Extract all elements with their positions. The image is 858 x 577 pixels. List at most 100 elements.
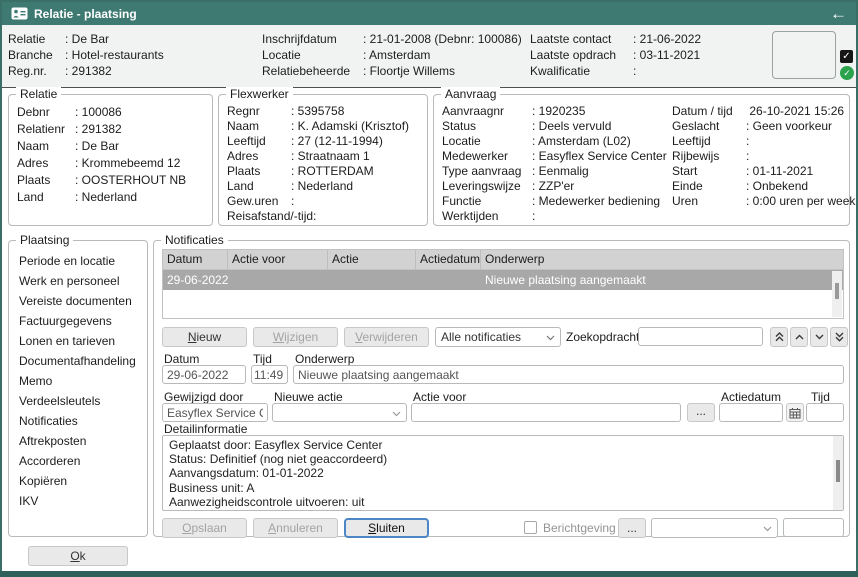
sidebar-item-lonen-en-tarieven[interactable]: Lonen en tarieven — [9, 331, 147, 351]
datum-label: Datum — [164, 352, 199, 366]
calendar-button[interactable] — [786, 403, 804, 422]
opslaan-button[interactable]: Opslaan — [162, 518, 247, 538]
notification-filter-select[interactable]: Alle notificaties — [435, 327, 561, 347]
berichtgeving-browse-button[interactable]: ... — [618, 518, 646, 538]
column-header-actiedatum[interactable]: Actiedatum — [416, 250, 481, 269]
header-col-left: RelatieDe Bar BrancheHotel-restaurants R… — [8, 31, 164, 79]
detail-scrollbar-thumb[interactable] — [836, 460, 840, 482]
back-arrow-icon[interactable]: ← — [830, 4, 847, 24]
aanvraag-row-locatie: LocatieAmsterdam (L02) — [442, 134, 667, 149]
berichtgeving-checkbox[interactable] — [524, 521, 537, 534]
sidebar-item-documentafhandeling[interactable]: Documentafhandeling — [9, 351, 147, 371]
column-header-actie-voor[interactable]: Actie voor — [228, 250, 328, 269]
actie-voor-input[interactable] — [411, 403, 681, 422]
tijd-input[interactable] — [251, 365, 288, 384]
detailinformatie-textarea[interactable]: Geplaatst door: Easyflex Service Center … — [162, 435, 844, 511]
actiedatum-label: Actiedatum — [721, 390, 781, 404]
aanvraag-groupbox: Aanvraag Aanvraagnr1920235 StatusDeels v… — [433, 94, 850, 226]
chevron-down-icon — [763, 526, 772, 532]
column-header-actie[interactable]: Actie — [328, 250, 416, 269]
verwijderen-button[interactable]: Verwijderen — [344, 327, 429, 347]
cell-actiedatum — [416, 270, 481, 290]
nieuwe-actie-select[interactable] — [272, 403, 407, 422]
aanvraag-row-aanvraagnr: Aanvraagnr1920235 — [442, 104, 667, 119]
chevron-down-icon — [815, 334, 824, 340]
header-field-kwalificatie: Kwalificatie — [530, 63, 701, 79]
berichtgeving-label: Berichtgeving — [543, 521, 616, 535]
relatie-row-naam: NaamDe Bar — [17, 138, 210, 155]
nav-next-button[interactable] — [810, 327, 828, 347]
datum-input[interactable] — [162, 365, 246, 384]
chevron-up-icon — [795, 334, 804, 340]
nieuw-button[interactable]: Nieuw — [162, 327, 247, 347]
table-scrollbar-thumb[interactable] — [835, 283, 839, 299]
sluiten-button[interactable]: Sluiten — [344, 518, 429, 538]
sidebar-item-notificaties[interactable]: Notificaties — [9, 411, 147, 431]
green-status-check-icon: ✓ — [840, 66, 854, 80]
black-checkbox-icon[interactable]: ✓ — [840, 50, 853, 63]
titlebar[interactable]: Relatie - plaatsing ← — [2, 2, 856, 25]
detail-scrollbar[interactable] — [833, 436, 843, 510]
header-summary: RelatieDe Bar BrancheHotel-restaurants R… — [2, 25, 856, 88]
aanvraag-row-type: Type aanvraagEenmalig — [442, 164, 667, 179]
flexwerker-row-leeftijd: Leeftijd27 (12-11-1994) — [227, 134, 425, 149]
aanvraag-row-medewerker: MedewerkerEasyflex Service Center — [442, 149, 667, 164]
sidebar-item-kopieren[interactable]: Kopiëren — [9, 471, 147, 491]
header-field-laatste-contact: Laatste contact21-06-2022 — [530, 31, 701, 47]
aanvraag-row-leveringswijze: LeveringswijzeZZP'er — [442, 179, 667, 194]
sidebar-item-vereiste-documenten[interactable]: Vereiste documenten — [9, 291, 147, 311]
window-title: Relatie - plaatsing — [34, 7, 137, 21]
flexwerker-group-title: Flexwerker — [226, 87, 293, 101]
gewijzigd-door-label: Gewijzigd door — [164, 390, 243, 404]
sidebar-item-aftrekposten[interactable]: Aftrekposten — [9, 431, 147, 451]
search-input[interactable] — [638, 327, 763, 346]
sidebar-item-verdeelsleutels[interactable]: Verdeelsleutels — [9, 391, 147, 411]
aanvraag-row-datumtijd: Datum / tijd26-10-2021 15:26 — [672, 104, 855, 119]
notification-row-selected[interactable]: 29-06-2022 Nieuwe plaatsing aangemaakt — [163, 270, 843, 290]
actie-voor-browse-button[interactable]: ... — [687, 403, 715, 422]
aanvraag-row-geslacht: GeslachtGeen voorkeur — [672, 119, 855, 134]
onderwerp-label: Onderwerp — [295, 352, 354, 366]
berichtgeving-extra-input[interactable] — [783, 518, 844, 537]
onderwerp-input[interactable] — [293, 365, 844, 384]
detailinformatie-label: Detailinformatie — [164, 422, 247, 436]
sidebar-item-ikv[interactable]: IKV — [9, 491, 147, 511]
flexwerker-row-plaats: PlaatsROTTERDAM — [227, 164, 425, 179]
nav-last-button[interactable] — [830, 327, 848, 347]
notifications-table: Datum Actie voor Actie Actiedatum Onderw… — [162, 249, 844, 319]
flexwerker-row-land: LandNederland — [227, 179, 425, 194]
window-bottom-border — [0, 571, 858, 577]
header-field-laatste-opdracht: Laatste opdrach03-11-2021 — [530, 47, 701, 63]
flexwerker-row-reisafstand: Reisafstand/-tijd: — [227, 209, 425, 224]
sidebar-item-werk-en-personeel[interactable]: Werk en personeel — [9, 271, 147, 291]
chevron-down-icon — [546, 335, 555, 341]
cell-datum: 29-06-2022 — [163, 270, 228, 290]
annuleren-button[interactable]: Annuleren — [253, 518, 338, 538]
cell-actie-voor — [228, 270, 328, 290]
aanvraag-row-functie: FunctieMedewerker bediening — [442, 194, 667, 209]
wijzigen-button[interactable]: Wijzigen — [253, 327, 338, 347]
aanvraag-row-werktijden: Werktijden — [442, 209, 667, 224]
sidebar-item-periode-en-locatie[interactable]: Periode en locatie — [9, 251, 147, 271]
table-header-row: Datum Actie voor Actie Actiedatum Onderw… — [163, 250, 843, 270]
cell-onderwerp: Nieuwe plaatsing aangemaakt — [481, 270, 843, 290]
sidebar-item-factuurgegevens[interactable]: Factuurgegevens — [9, 311, 147, 331]
tijd2-input[interactable] — [806, 403, 844, 422]
actiedatum-input[interactable] — [719, 403, 783, 422]
header-col-mid: Inschrijfdatum21-01-2008 (Debnr: 100086)… — [262, 31, 522, 79]
header-col-right: Laatste contact21-06-2022 Laatste opdrac… — [530, 31, 701, 79]
aanvraag-group-title: Aanvraag — [441, 87, 500, 101]
nav-prev-button[interactable] — [790, 327, 808, 347]
sidebar-item-memo[interactable]: Memo — [9, 371, 147, 391]
column-header-onderwerp[interactable]: Onderwerp — [481, 250, 843, 269]
table-scrollbar[interactable] — [832, 271, 842, 317]
nav-first-button[interactable] — [770, 327, 788, 347]
column-header-datum[interactable]: Datum — [163, 250, 228, 269]
aanvraag-row-uren: Uren0:00 uren per week — [672, 194, 855, 209]
berichtgeving-select[interactable] — [651, 518, 778, 538]
sidebar-item-accorderen[interactable]: Accorderen — [9, 451, 147, 471]
gewijzigd-door-input[interactable] — [162, 403, 268, 422]
plaatsing-group-title: Plaatsing — [16, 233, 73, 247]
ok-button[interactable]: Ok — [28, 546, 128, 566]
contact-card-icon — [11, 7, 28, 20]
